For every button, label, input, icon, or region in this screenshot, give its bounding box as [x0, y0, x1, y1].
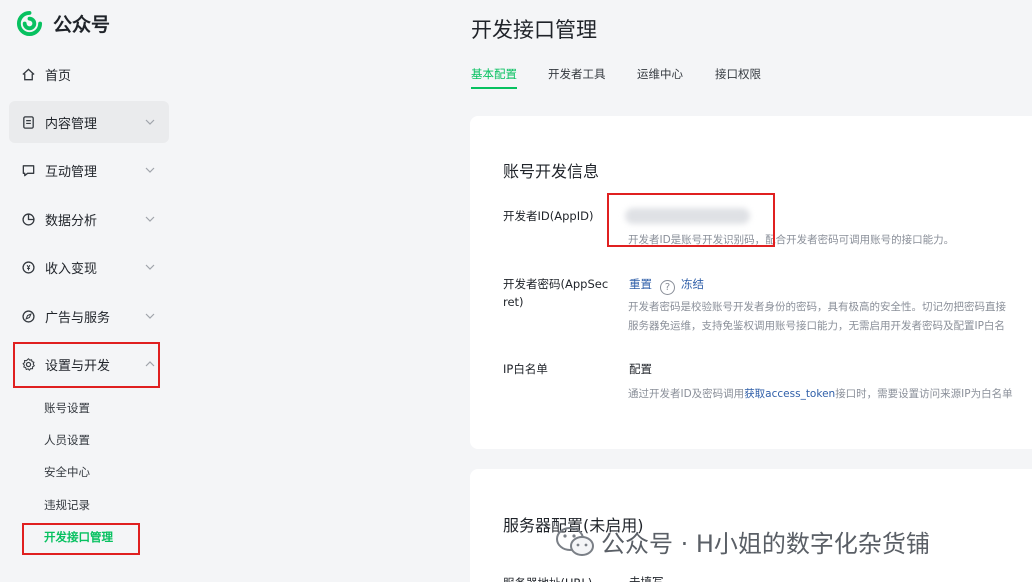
ip-whitelist-desc: 通过开发者ID及密码调用获取access_token接口时，需要设置访问来源IP…: [628, 385, 1013, 404]
pie-chart-icon: [20, 211, 36, 227]
appid-label: 开发者ID(AppID): [503, 209, 594, 223]
home-icon: [20, 66, 36, 82]
sidebar: 公众号 首页 内容管理 互动管理 数据分析 收入变现 广告与服务 设置与开发 账…: [0, 0, 178, 582]
tab-dev-tools[interactable]: 开发者工具: [548, 66, 606, 82]
ip-config-link[interactable]: 配置: [629, 361, 652, 377]
chevron-down-icon: [145, 167, 155, 173]
watermark: 公众号 · H小姐的数字化杂货铺: [555, 524, 930, 559]
sidebar-item-interaction[interactable]: 互动管理: [9, 149, 169, 191]
brand-name: 公众号: [53, 13, 111, 36]
chevron-down-icon: [145, 216, 155, 222]
appid-value-blurred: [625, 208, 750, 224]
appsecret-desc-line2: 服务器免运维，支持免鉴权调用账号接口能力，无需启用开发者密码及配置IP白名: [628, 320, 1005, 332]
sidebar-item-label: 设置与开发: [45, 358, 111, 374]
tab-active-indicator: [471, 87, 517, 89]
server-url-value: 未填写: [629, 575, 664, 582]
sidebar-item-settings-dev[interactable]: 设置与开发: [9, 343, 169, 385]
appsecret-label-line1: 开发者密码(AppSec: [503, 277, 609, 291]
chevron-down-icon: [145, 264, 155, 270]
sub-item-member-settings[interactable]: 人员设置: [44, 432, 90, 448]
chevron-down-icon: [145, 313, 155, 319]
access-token-link[interactable]: 获取access_token: [744, 388, 835, 400]
appsecret-desc-line1: 开发者密码是校验账号开发者身份的密码，具有极高的安全性。切记勿把密码直接: [628, 301, 1006, 313]
ip-desc-suffix: 接口时，需要设置访问来源IP为白名单: [835, 388, 1013, 400]
tab-ops-center[interactable]: 运维中心: [637, 66, 683, 82]
sub-item-security-center[interactable]: 安全中心: [44, 464, 90, 480]
sidebar-item-label: 内容管理: [45, 116, 98, 132]
tab-basic-config[interactable]: 基本配置: [471, 66, 517, 82]
sidebar-item-label: 互动管理: [45, 164, 98, 180]
appsecret-label: 开发者密码(AppSec ret): [503, 275, 608, 311]
sidebar-item-home[interactable]: 首页: [9, 53, 169, 95]
compass-icon: [20, 308, 36, 324]
reset-secret-link[interactable]: 重置: [629, 277, 652, 291]
sidebar-item-label: 收入变现: [45, 261, 98, 277]
sub-item-violation-records[interactable]: 违规记录: [44, 497, 90, 513]
appsecret-actions: 重置? 冻结: [629, 276, 704, 295]
brand[interactable]: 公众号: [16, 9, 110, 37]
tab-api-permissions[interactable]: 接口权限: [715, 66, 761, 82]
ip-desc-prefix: 通过开发者ID及密码调用: [628, 388, 745, 400]
server-url-label: 服务器地址(URL): [503, 574, 592, 582]
sidebar-item-label: 数据分析: [45, 213, 98, 229]
page-title: 开发接口管理: [471, 18, 597, 42]
section-title: 账号开发信息: [503, 162, 600, 181]
gear-icon: [20, 356, 36, 372]
sidebar-item-monetization[interactable]: 收入变现: [9, 246, 169, 288]
sidebar-item-content[interactable]: 内容管理: [9, 101, 169, 143]
appid-desc: 开发者ID是账号开发识别码，配合开发者密码可调用账号的接口能力。: [628, 234, 955, 246]
freeze-secret-link[interactable]: 冻结: [681, 277, 704, 291]
wechat-icon: [556, 526, 594, 556]
chevron-down-icon: [145, 119, 155, 125]
wechat-official-account-logo: [17, 10, 43, 36]
sub-item-account-settings[interactable]: 账号设置: [44, 400, 90, 416]
appsecret-label-line2: ret): [503, 295, 524, 309]
coin-icon: [20, 259, 36, 275]
chat-icon: [20, 162, 36, 178]
watermark-text: 公众号 · H小姐的数字化杂货铺: [601, 530, 930, 558]
sidebar-item-label: 广告与服务: [45, 310, 111, 326]
sidebar-item-analytics[interactable]: 数据分析: [9, 198, 169, 240]
sub-item-dev-interface[interactable]: 开发接口管理: [44, 529, 113, 545]
ip-whitelist-label: IP白名单: [503, 362, 548, 376]
sidebar-item-label: 首页: [45, 68, 72, 84]
sidebar-item-ads-services[interactable]: 广告与服务: [9, 295, 169, 337]
chevron-up-icon: [145, 361, 155, 367]
document-icon: [20, 114, 36, 130]
help-icon[interactable]: ?: [660, 280, 675, 295]
